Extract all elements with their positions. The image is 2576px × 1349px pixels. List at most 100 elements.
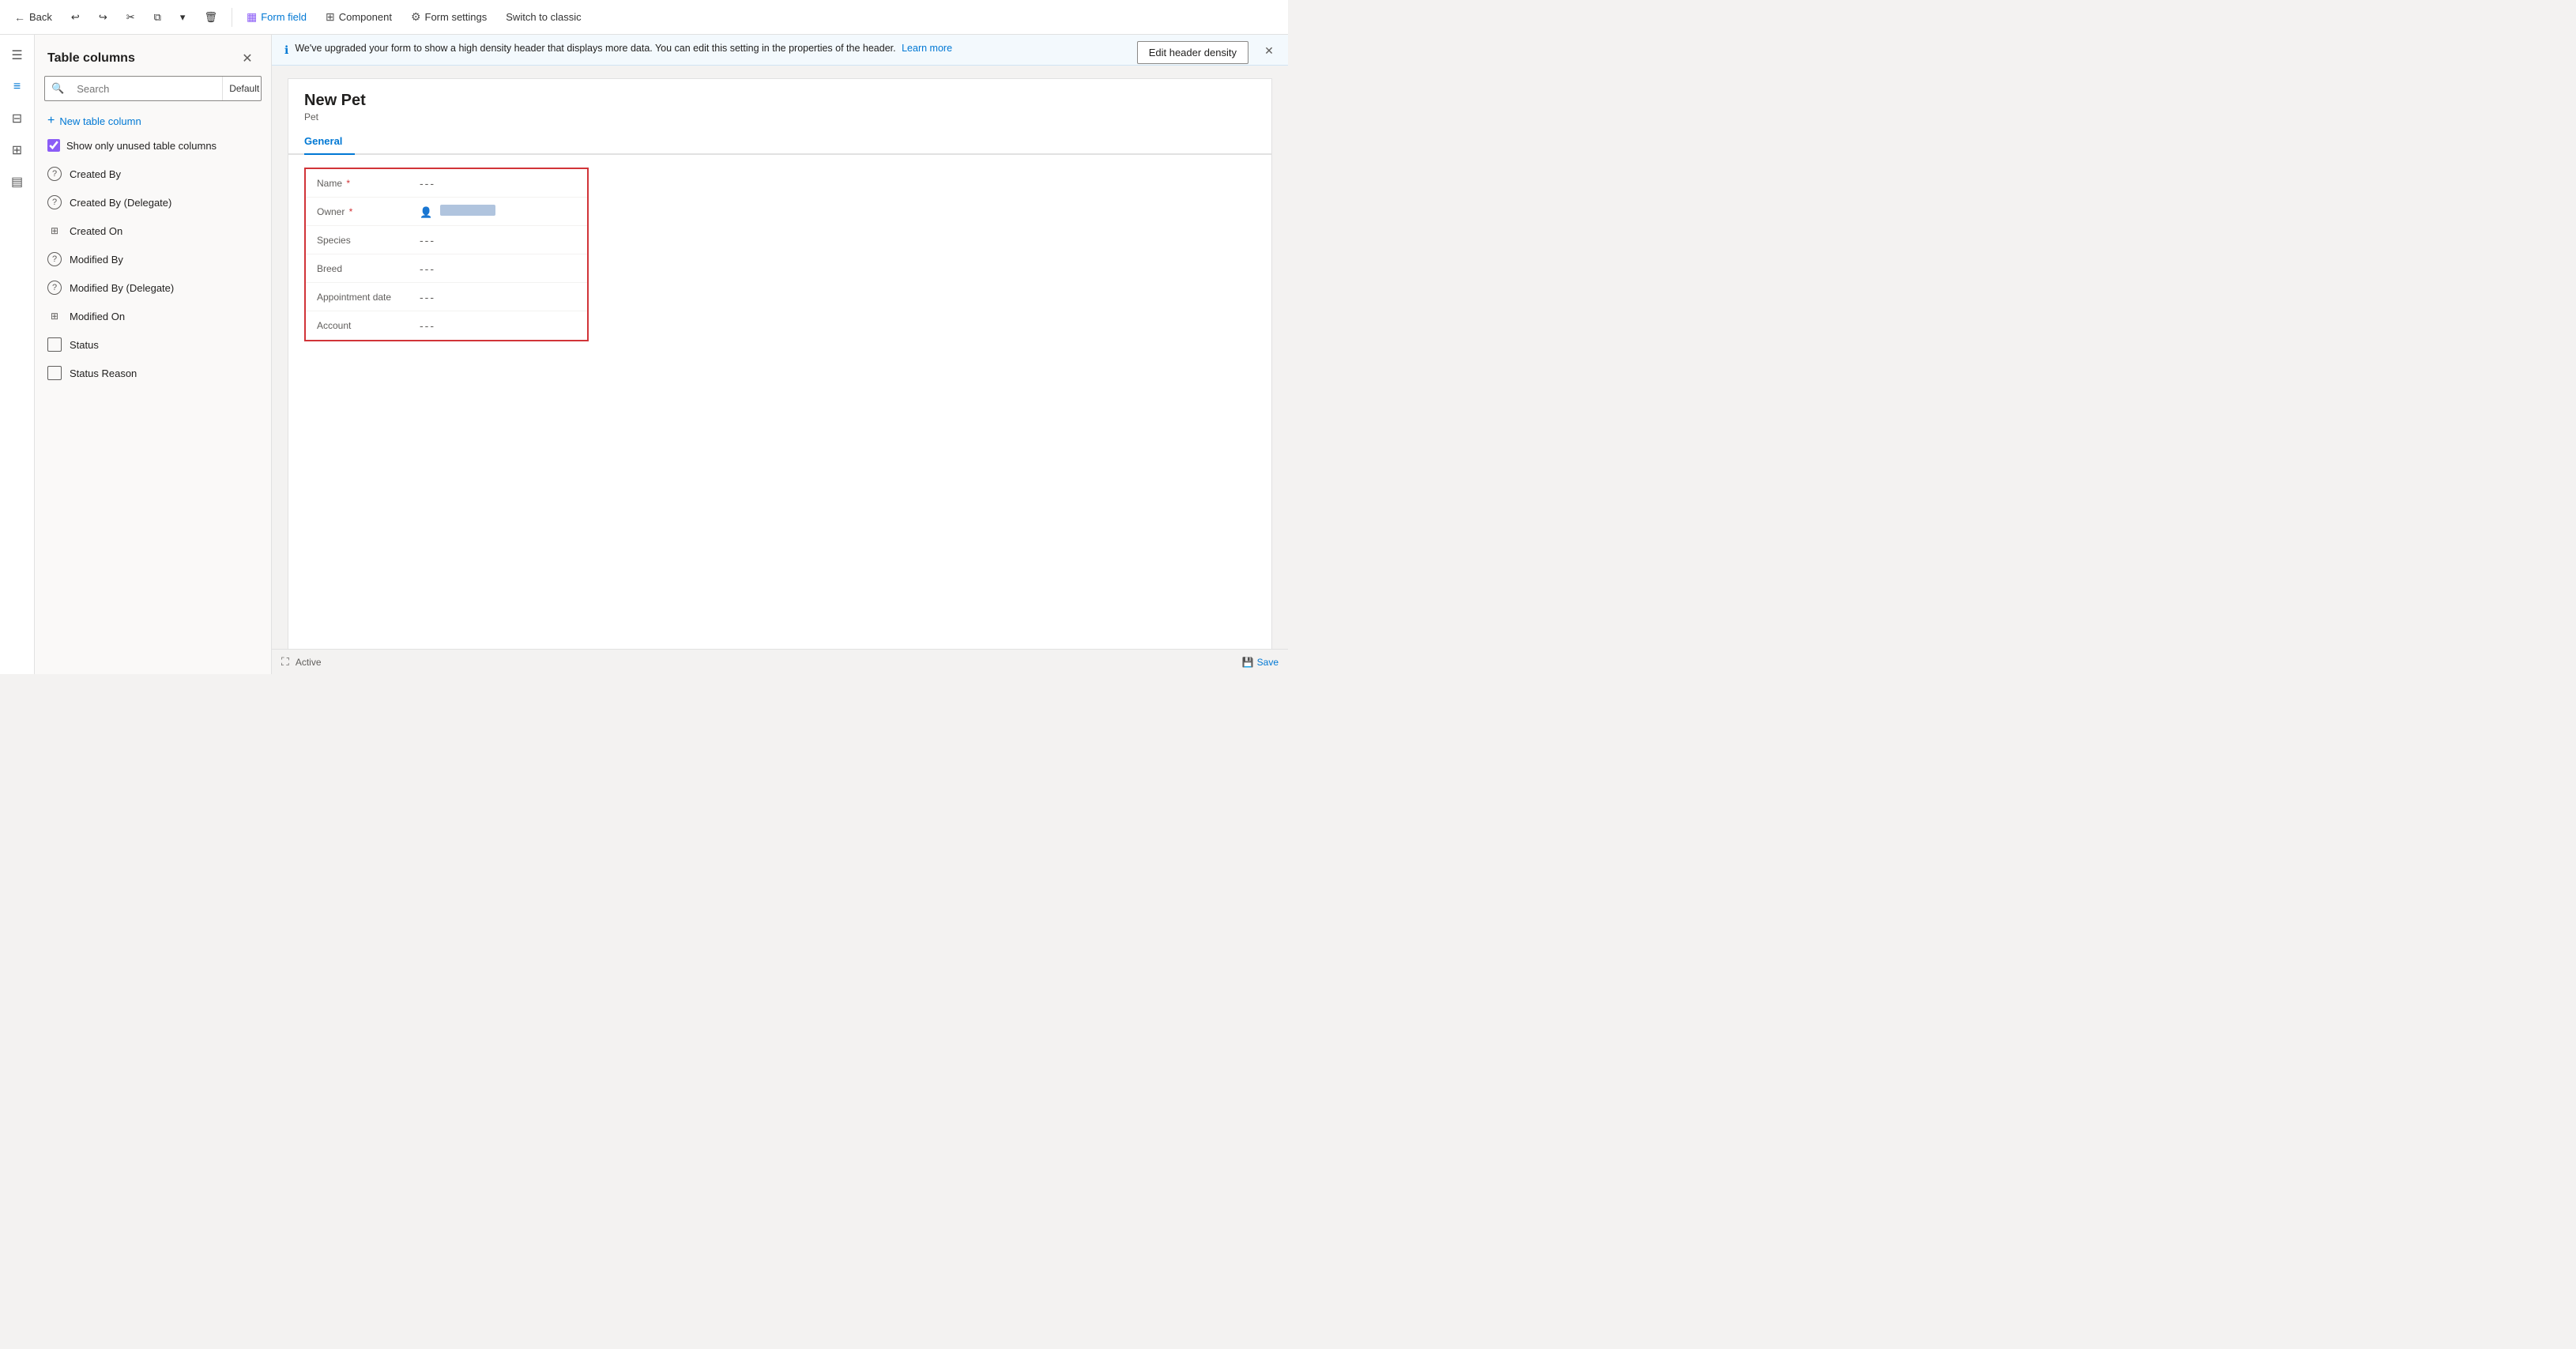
switch-classic-label: Switch to classic	[506, 11, 581, 23]
learn-more-link[interactable]: Learn more	[902, 43, 952, 54]
show-unused-checkbox[interactable]	[47, 139, 60, 152]
undo-button[interactable]: ↩	[63, 8, 88, 27]
form-card: New Pet Pet General Name *	[288, 78, 1272, 649]
layers-icon: ⊟	[12, 111, 22, 126]
redo-button[interactable]: ↪	[91, 8, 115, 27]
left-panel-header: Table columns ✕	[35, 35, 271, 76]
banner-close-button[interactable]: ✕	[1260, 41, 1279, 60]
back-button[interactable]: ← Back	[6, 8, 60, 27]
field-value-breed[interactable]: ---	[420, 262, 576, 275]
form-canvas: New Pet Pet General Name *	[272, 66, 1288, 649]
question-icon: ?	[47, 167, 62, 181]
owner-value-blurred	[440, 205, 495, 216]
column-label: Status Reason	[70, 367, 137, 379]
sidebar-btn-table[interactable]: ⊞	[3, 136, 32, 164]
column-label: Created By	[70, 168, 121, 180]
sidebar-btn-chart[interactable]: ▤	[3, 168, 32, 196]
expand-icon[interactable]: ⛶	[281, 655, 289, 669]
form-settings-icon: ⚙	[411, 10, 421, 24]
field-row-appointment-date: Appointment date ---	[306, 283, 587, 311]
save-icon: 💾	[1242, 657, 1254, 668]
field-label-owner: Owner *	[317, 206, 420, 217]
tab-general-label: General	[304, 135, 342, 147]
required-indicator: *	[344, 178, 350, 189]
toolbar: ← Back ↩ ↪ ✂ ⧉ ▾ 🗑 ▦ Form field ⊞ Compon…	[0, 0, 1288, 35]
column-item-created-by-delegate[interactable]: ? Created By (Delegate)	[35, 188, 271, 217]
search-input[interactable]	[70, 83, 222, 95]
field-row-owner: Owner * 👤	[306, 198, 587, 226]
field-value-species[interactable]: ---	[420, 234, 576, 247]
delete-button[interactable]: 🗑	[196, 8, 225, 27]
component-label: Component	[339, 11, 392, 23]
show-unused-label: Show only unused table columns	[66, 140, 217, 152]
component-button[interactable]: ⊞ Component	[318, 7, 400, 27]
column-label: Status	[70, 339, 99, 351]
field-label-appointment-date: Appointment date	[317, 292, 420, 303]
field-value-appointment-date[interactable]: ---	[420, 291, 576, 303]
column-list: ? Created By ? Created By (Delegate) ⊞ C…	[35, 160, 271, 674]
chevron-down-icon: ▾	[180, 11, 186, 24]
tab-general[interactable]: General	[304, 129, 355, 155]
column-item-created-by[interactable]: ? Created By	[35, 160, 271, 188]
info-banner: ℹ We've upgraded your form to show a hig…	[272, 35, 1288, 66]
grid-icon: ⊞	[47, 309, 62, 323]
column-item-modified-by[interactable]: ? Modified By	[35, 245, 271, 273]
column-item-created-on[interactable]: ⊞ Created On	[35, 217, 271, 245]
redo-icon: ↪	[99, 11, 107, 24]
copy-button[interactable]: ⧉	[146, 8, 169, 27]
undo-icon: ↩	[71, 11, 80, 24]
question-icon: ?	[47, 252, 62, 266]
back-label: Back	[29, 11, 52, 23]
form-field-label: Form field	[261, 11, 307, 23]
left-panel-close-button[interactable]: ✕	[236, 47, 258, 70]
plus-icon: +	[47, 114, 55, 128]
form-settings-button[interactable]: ⚙ Form settings	[403, 7, 495, 27]
bottom-bar: ⛶ Active 💾 Save	[272, 649, 1288, 674]
field-row-account: Account ---	[306, 311, 587, 340]
search-filter-dropdown[interactable]: Default ▾	[222, 77, 262, 100]
question-icon: ?	[47, 195, 62, 209]
hamburger-icon: ☰	[11, 47, 22, 63]
back-icon: ←	[14, 11, 25, 24]
cut-icon: ✂	[126, 11, 135, 24]
field-value-account[interactable]: ---	[420, 319, 576, 332]
left-panel-title: Table columns	[47, 51, 135, 66]
switch-classic-button[interactable]: Switch to classic	[498, 8, 589, 26]
show-unused-row[interactable]: Show only unused table columns	[35, 134, 271, 160]
field-value-owner[interactable]: 👤	[420, 205, 576, 219]
column-item-modified-on[interactable]: ⊞ Modified On	[35, 302, 271, 330]
info-message: We've upgraded your form to show a high …	[295, 43, 895, 54]
save-button[interactable]: 💾 Save	[1242, 657, 1279, 668]
cut-button[interactable]: ✂	[119, 8, 143, 27]
more-button[interactable]: ▾	[172, 8, 194, 27]
info-banner-text: We've upgraded your form to show a high …	[295, 43, 952, 54]
close-icon: ✕	[1264, 44, 1274, 58]
form-record-type: Pet	[304, 111, 1256, 122]
sidebar-btn-columns[interactable]: ≡	[3, 73, 32, 101]
info-icon: ℹ	[284, 43, 288, 57]
question-icon: ?	[47, 281, 62, 295]
form-field-button[interactable]: ▦ Form field	[239, 7, 314, 27]
form-record-title: New Pet	[304, 92, 1256, 110]
component-icon: ⊞	[326, 10, 335, 24]
field-label-name: Name *	[317, 178, 420, 189]
main-layout: ☰ ≡ ⊟ ⊞ ▤ Table columns ✕ 🔍 Default	[0, 35, 1288, 674]
search-icon: 🔍	[45, 82, 70, 95]
column-item-status[interactable]: Status	[35, 330, 271, 359]
search-filter-label: Default	[229, 83, 259, 94]
column-label: Modified By (Delegate)	[70, 282, 174, 294]
field-label-species: Species	[317, 235, 420, 246]
copy-icon: ⧉	[154, 11, 161, 24]
box-icon	[47, 337, 62, 352]
column-item-status-reason[interactable]: Status Reason	[35, 359, 271, 387]
field-value-name[interactable]: ---	[420, 177, 576, 190]
form-tabs: General	[288, 129, 1271, 155]
sidebar-btn-hamburger[interactable]: ☰	[3, 41, 32, 70]
column-item-modified-by-delegate[interactable]: ? Modified By (Delegate)	[35, 273, 271, 302]
edit-header-density-button[interactable]: Edit header density	[1137, 41, 1248, 64]
table-icon: ⊞	[12, 142, 22, 158]
new-table-column-button[interactable]: + New table column	[35, 107, 271, 134]
sidebar-btn-layers[interactable]: ⊟	[3, 104, 32, 133]
search-bar[interactable]: 🔍 Default ▾	[44, 76, 262, 101]
form-title-area: New Pet Pet	[288, 79, 1271, 129]
